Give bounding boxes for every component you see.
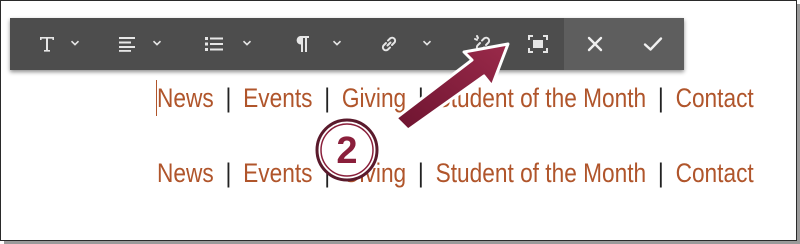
cancel-button[interactable] — [572, 18, 618, 70]
align-left-icon — [118, 36, 136, 52]
nav-separator: | — [657, 82, 664, 113]
confirm-button[interactable] — [630, 18, 676, 70]
nav-link-news[interactable]: News — [157, 158, 214, 189]
paragraph-button[interactable] — [282, 18, 344, 70]
nav-separator: | — [417, 157, 424, 188]
nav-separator: | — [225, 82, 232, 113]
list-button[interactable] — [194, 18, 256, 70]
text-format-button[interactable] — [24, 18, 80, 70]
nav-link-news[interactable]: News — [157, 83, 214, 114]
nav-separator: | — [324, 82, 331, 113]
chevron-down-icon — [152, 38, 162, 48]
chevron-down-icon — [70, 38, 80, 48]
text-T-icon — [38, 35, 56, 53]
annotation-arrow — [394, 42, 510, 132]
chevron-down-icon — [332, 38, 342, 48]
editor-toolbar — [10, 18, 684, 70]
nav-links-preview: News | Events | Giving | Student of the … — [157, 153, 754, 193]
expand-frame-icon — [528, 35, 548, 53]
step-badge: 2 — [315, 118, 379, 182]
align-button[interactable] — [108, 18, 168, 70]
nav-link-contact[interactable]: Contact — [676, 158, 754, 189]
nav-link-events[interactable]: Events — [243, 158, 312, 189]
pilcrow-icon — [294, 35, 310, 53]
bulleted-list-icon — [204, 36, 224, 52]
checkmark-icon — [643, 35, 663, 53]
nav-link-events[interactable]: Events — [243, 83, 312, 114]
nav-link-contact[interactable]: Contact — [676, 83, 754, 114]
close-x-icon — [586, 35, 604, 53]
nav-link-student-of-the-month[interactable]: Student of the Month — [436, 158, 647, 189]
nav-separator: | — [657, 157, 664, 188]
nav-separator: | — [225, 157, 232, 188]
step-number: 2 — [336, 130, 357, 172]
chevron-down-icon — [242, 38, 252, 48]
